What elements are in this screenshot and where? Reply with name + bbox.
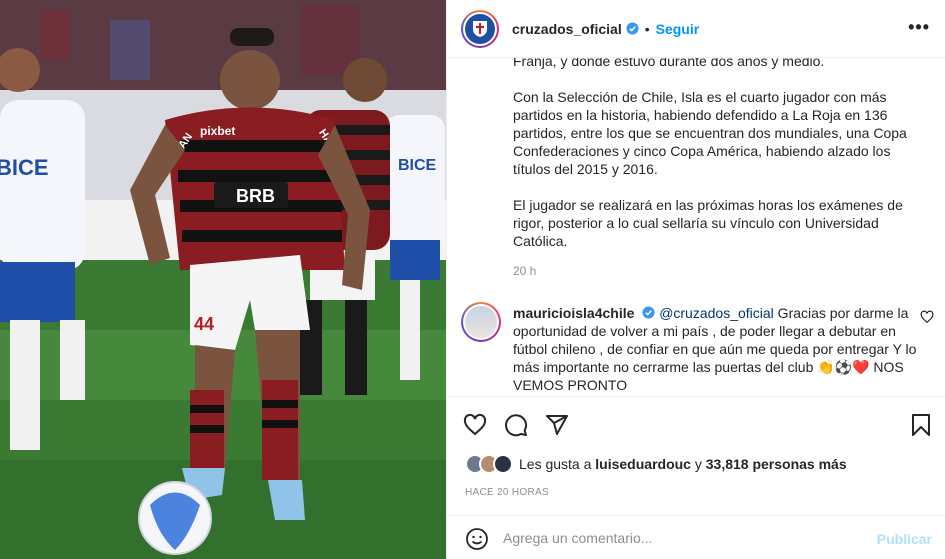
share-icon[interactable]	[545, 413, 569, 437]
liker-avatar[interactable]	[493, 454, 513, 474]
comment-icon[interactable]	[504, 413, 528, 437]
follow-button[interactable]: Seguir	[656, 21, 700, 37]
likes-summary: Les gusta a luiseduardouc y 33,818 perso…	[465, 452, 847, 476]
account-username[interactable]: cruzados_oficial	[512, 21, 622, 37]
like-heart-icon[interactable]	[463, 413, 487, 437]
post-panel: cruzados_oficial • Seguir ••• Franja, y …	[446, 0, 945, 559]
commenter-username[interactable]: mauricioisla4chile	[513, 305, 634, 321]
account-avatar[interactable]	[461, 9, 499, 48]
comment-like-icon[interactable]	[920, 310, 934, 324]
caption-timestamp[interactable]: 20 h	[513, 264, 536, 278]
comments-scroll-area[interactable]: Franja, y donde estuvo durante dos años …	[447, 58, 945, 396]
jersey-sponsor-brb: BRB	[236, 186, 275, 206]
club-crest-icon	[473, 20, 487, 37]
save-bookmark-icon[interactable]	[909, 413, 933, 437]
comment-text: mauricioisla4chile @cruzados_oficial Gra…	[513, 304, 923, 394]
header-separator: •	[644, 20, 650, 37]
comment-input[interactable]	[503, 526, 863, 550]
caption-paragraph: Con la Selección de Chile, Isla es el cu…	[513, 89, 907, 177]
caption-paragraph: El jugador se realizará en las próximas …	[513, 197, 903, 249]
post-caption: Franja, y donde estuvo durante dos años …	[513, 58, 923, 268]
opponent-sponsor-text: BICE	[0, 155, 49, 180]
liker-username[interactable]: luiseduardouc	[595, 456, 691, 472]
comment-mention[interactable]: @cruzados_oficial	[659, 305, 774, 321]
post-date[interactable]: HACE 20 HORAS	[465, 487, 549, 498]
emoji-icon[interactable]	[465, 527, 489, 551]
verified-badge-icon	[626, 22, 639, 35]
likes-count[interactable]: 33,818 personas más	[706, 456, 847, 472]
verified-badge-icon	[642, 306, 655, 319]
post-actions	[447, 396, 945, 451]
publish-button[interactable]: Publicar	[877, 531, 932, 547]
likes-text: Les gusta a luiseduardouc y 33,818 perso…	[519, 456, 847, 472]
caption-paragraph: Franja, y donde estuvo durante dos años …	[513, 58, 825, 69]
opponent-sponsor-text-2: BICE	[398, 157, 437, 174]
shorts-number: 44	[194, 314, 214, 334]
comment-bar: Publicar	[447, 515, 945, 559]
post-photo[interactable]: BICE BICE pixbet HAVAN HAVAN BRB	[0, 0, 446, 559]
more-options-icon[interactable]: •••	[908, 18, 930, 36]
jersey-sponsor-pixbet: pixbet	[200, 124, 235, 138]
post-header: cruzados_oficial • Seguir •••	[447, 0, 945, 58]
commenter-avatar[interactable]	[461, 302, 501, 342]
